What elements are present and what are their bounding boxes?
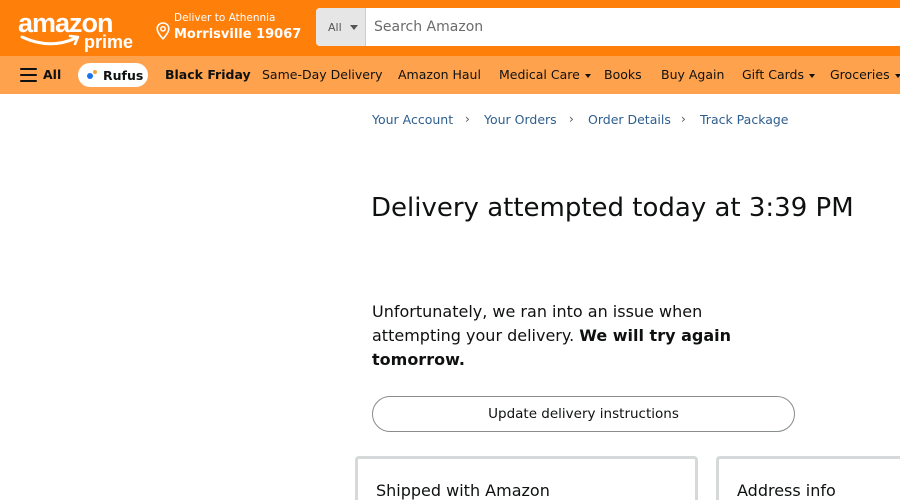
- breadcrumb-your-orders[interactable]: Your Orders: [484, 112, 557, 127]
- nav-item-medical-care-label: Medical Care: [499, 67, 580, 82]
- logo-smile-icon: [20, 34, 80, 46]
- deliver-to-label: Deliver to Athennia: [174, 12, 276, 24]
- nav-item-buy-again[interactable]: Buy Again: [661, 67, 724, 82]
- nav-item-amazon-haul[interactable]: Amazon Haul: [398, 67, 481, 82]
- shipped-with-heading: Shipped with Amazon: [376, 481, 550, 500]
- amazon-prime-logo[interactable]: amazon prime: [18, 8, 138, 52]
- breadcrumb-separator: ›: [569, 112, 574, 126]
- nav-item-groceries[interactable]: Groceries: [830, 67, 900, 82]
- address-info-heading: Address info: [737, 481, 836, 500]
- nav-item-medical-care[interactable]: Medical Care: [499, 67, 591, 82]
- breadcrumb-track-package[interactable]: Track Package: [700, 112, 789, 127]
- nav-item-gift-cards[interactable]: Gift Cards: [742, 67, 815, 82]
- rufus-button[interactable]: Rufus: [78, 63, 148, 87]
- breadcrumb-order-details[interactable]: Order Details: [588, 112, 671, 127]
- delivery-issue-message: Unfortunately, we ran into an issue when…: [372, 300, 772, 372]
- chevron-down-icon: [808, 73, 815, 78]
- deliver-to-location[interactable]: Deliver to Athennia Morrisville 19067: [156, 12, 306, 46]
- update-delivery-instructions-button[interactable]: Update delivery instructions: [372, 396, 795, 432]
- secondary-nav-bar: All Rufus Black Friday Same-Day Delivery…: [0, 56, 900, 94]
- chevron-down-icon: [350, 25, 358, 30]
- nav-item-books[interactable]: Books: [604, 67, 642, 82]
- nav-item-gift-cards-label: Gift Cards: [742, 67, 804, 82]
- chevron-down-icon: [894, 73, 900, 78]
- breadcrumb-separator: ›: [465, 112, 470, 126]
- shipped-with-card: Shipped with Amazon: [355, 456, 698, 500]
- nav-item-black-friday[interactable]: Black Friday: [165, 67, 251, 82]
- search-bar: All: [316, 8, 900, 46]
- breadcrumb-separator: ›: [681, 112, 686, 126]
- nav-item-same-day-delivery[interactable]: Same-Day Delivery: [262, 67, 383, 82]
- logo-prime-text: prime: [84, 32, 134, 52]
- hamburger-menu-icon[interactable]: [20, 68, 37, 82]
- chevron-down-icon: [584, 73, 591, 78]
- search-input[interactable]: [366, 8, 900, 46]
- nav-all-menu[interactable]: All: [43, 67, 61, 82]
- delivery-status-title: Delivery attempted today at 3:39 PM: [371, 193, 854, 223]
- location-pin-icon: [156, 22, 170, 40]
- address-info-card: Address info: [716, 456, 900, 500]
- breadcrumb-your-account[interactable]: Your Account: [372, 112, 453, 127]
- deliver-to-address: Morrisville 19067: [174, 27, 302, 42]
- search-scope-dropdown[interactable]: All: [316, 8, 366, 46]
- rufus-label: Rufus: [103, 68, 144, 83]
- nav-item-groceries-label: Groceries: [830, 67, 890, 82]
- search-scope-label: All: [328, 21, 342, 34]
- top-header-bar: amazon prime Deliver to Athennia Morrisv…: [0, 0, 900, 56]
- rufus-sparkle-icon: [87, 70, 97, 79]
